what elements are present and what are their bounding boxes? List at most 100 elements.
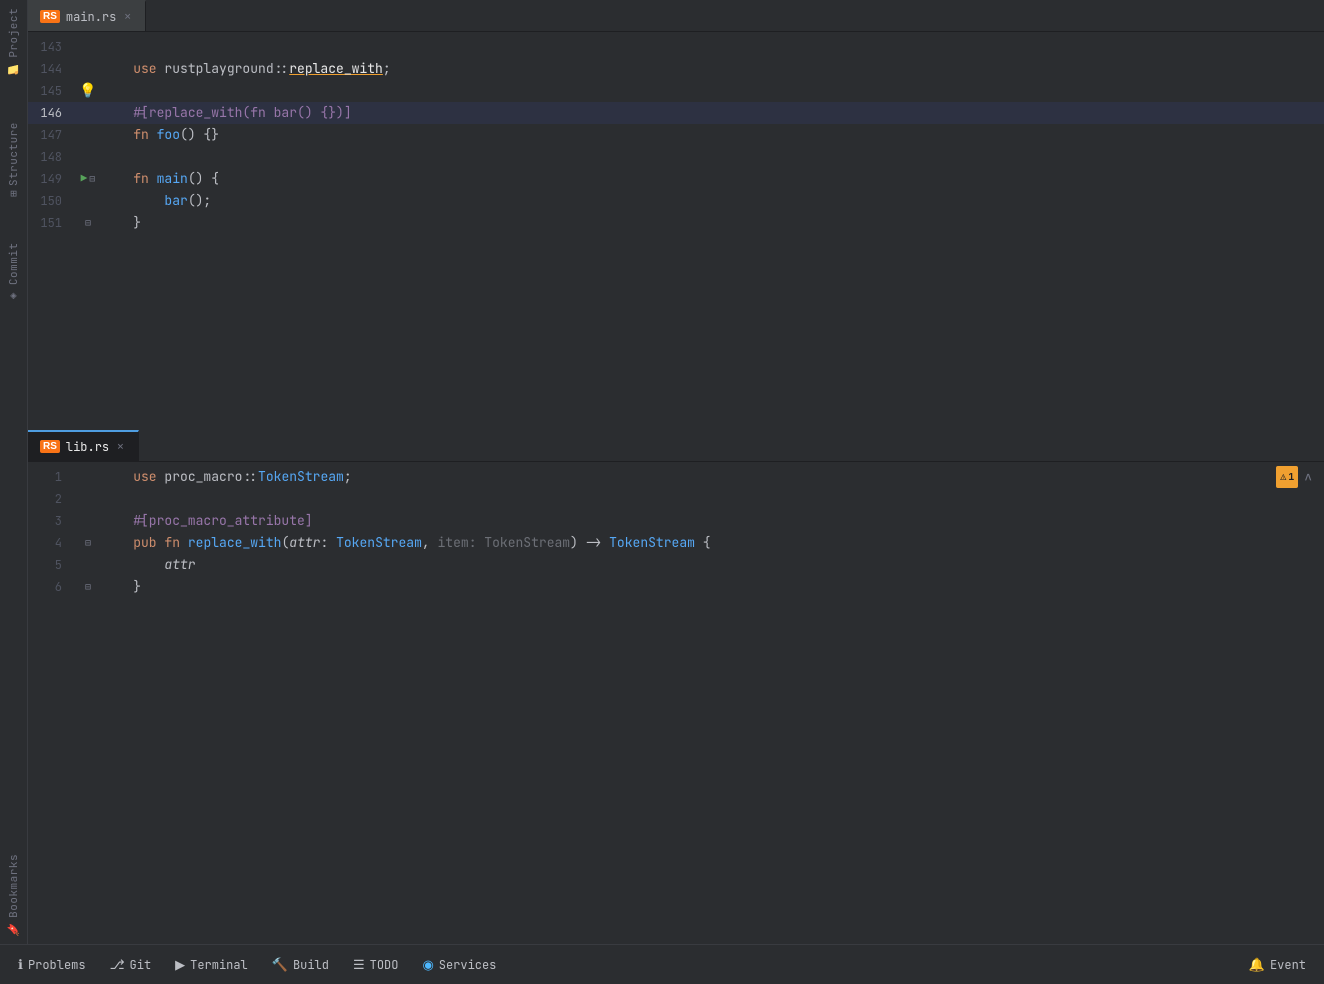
services-button[interactable]: ◉ Services — [412, 953, 506, 977]
build-label: Build — [293, 957, 329, 973]
main-rs-close-button[interactable]: ✕ — [122, 9, 133, 25]
table-row: 145 💡 — [28, 80, 1324, 102]
top-pane: RS main.rs ✕ 143 144 use rustplayground:… — [28, 0, 1324, 430]
run-button[interactable]: ▶ — [81, 168, 88, 190]
line-number: 5 — [28, 554, 78, 576]
editor-container: RS main.rs ✕ 143 144 use rustplayground:… — [28, 0, 1324, 944]
todo-button[interactable]: ☰ TODO — [343, 953, 408, 977]
chevron-up-icon[interactable]: ∧ — [1304, 466, 1312, 488]
table-row: 143 — [28, 36, 1324, 58]
fold-icon[interactable]: ⊟ — [85, 212, 91, 234]
line-number: 150 — [28, 190, 78, 212]
git-label: Git — [130, 957, 152, 973]
line-content: fn main() { — [98, 168, 1324, 190]
bookmark-icon: 🔖 — [7, 922, 21, 936]
commit-icon: ◈ — [7, 289, 21, 303]
line-number: 146 — [28, 102, 78, 124]
terminal-label: Terminal — [190, 957, 248, 973]
lightbulb-icon[interactable]: 💡 — [79, 80, 96, 102]
fold-icon[interactable]: ⊟ — [89, 168, 95, 190]
line-number: 4 — [28, 532, 78, 554]
line-number: 144 — [28, 58, 78, 80]
build-icon: 🔨 — [272, 956, 288, 973]
services-label: Services — [439, 957, 497, 973]
fold-icon[interactable]: ⊟ — [85, 532, 91, 554]
info-icon: ℹ — [18, 956, 23, 973]
line-gutter: ⊟ — [78, 576, 98, 598]
table-row: 146 #[replace_with(fn bar() {})] — [28, 102, 1324, 124]
terminal-button[interactable]: ▶ Terminal — [165, 953, 258, 977]
warning-section: ⚠ 1 ∧ — [1268, 466, 1324, 488]
side-panel: 📁 Project ⊞ Structure ◈ Commit 🔖 Bookmar… — [0, 0, 28, 944]
main-rs-code-area[interactable]: 143 144 use rustplayground::replace_with… — [28, 32, 1324, 430]
lib-rs-code-area[interactable]: 1 use proc_macro::TokenStream; ⚠ 1 ∧ 2 — [28, 462, 1324, 944]
line-number: 149 — [28, 168, 78, 190]
line-content: #[replace_with(fn bar() {})] — [98, 102, 1324, 124]
tab-lib-rs[interactable]: RS lib.rs ✕ — [28, 430, 139, 461]
warning-badge: ⚠ 1 — [1276, 466, 1298, 488]
services-icon: ◉ — [422, 957, 433, 973]
line-content: use proc_macro::TokenStream; ⚠ 1 ∧ — [98, 466, 1324, 488]
table-row: 5 attr — [28, 554, 1324, 576]
sidebar-item-project[interactable]: 📁 Project — [3, 0, 25, 84]
table-row: 6 ⊟ } — [28, 576, 1324, 598]
warning-count: 1 — [1288, 466, 1294, 488]
git-icon: ⎇ — [110, 957, 125, 973]
todo-label: TODO — [370, 957, 399, 973]
line-gutter: ⊟ — [78, 212, 98, 234]
line-content: pub fn replace_with(attr: TokenStream, i… — [98, 532, 1324, 554]
warning-icon: ⚠ — [1280, 466, 1286, 488]
line-gutter: ⊟ — [78, 532, 98, 554]
table-row: 148 — [28, 146, 1324, 168]
git-button[interactable]: ⎇ Git — [100, 953, 162, 977]
table-row: 4 ⊟ pub fn replace_with(attr: TokenStrea… — [28, 532, 1324, 554]
lib-rs-file-icon: RS — [40, 440, 60, 453]
line-content: attr — [98, 554, 1324, 576]
line-content: bar(); — [98, 190, 1324, 212]
lib-rs-close-button[interactable]: ✕ — [115, 439, 126, 455]
table-row: 147 fn foo() {} — [28, 124, 1324, 146]
line-content: fn foo() {} — [98, 124, 1324, 146]
line-number: 148 — [28, 146, 78, 168]
status-bar: ℹ Problems ⎇ Git ▶ Terminal 🔨 Build ☰ TO… — [0, 944, 1324, 984]
line-content: } — [98, 576, 1324, 598]
bottom-pane: RS lib.rs ✕ 1 use proc_macro::TokenStrea… — [28, 430, 1324, 944]
table-row: 2 — [28, 488, 1324, 510]
main-rs-file-icon: RS — [40, 10, 60, 23]
table-row: 150 bar(); — [28, 190, 1324, 212]
event-label: Event — [1270, 957, 1306, 973]
problems-button[interactable]: ℹ Problems — [8, 952, 96, 977]
table-row: 151 ⊟ } — [28, 212, 1324, 234]
line-number: 6 — [28, 576, 78, 598]
lib-rs-tab-label: lib.rs — [66, 439, 109, 455]
table-row: 3 #[proc_macro_attribute] — [28, 510, 1324, 532]
event-button[interactable]: 🔔 Event — [1239, 952, 1316, 977]
line-gutter: 💡 — [78, 80, 98, 102]
terminal-icon: ▶ — [175, 957, 185, 973]
sidebar-item-commit[interactable]: ◈ Commit — [3, 235, 25, 311]
fold-icon[interactable]: ⊟ — [85, 576, 91, 598]
line-number: 2 — [28, 488, 78, 510]
main-rs-tab-bar: RS main.rs ✕ — [28, 0, 1324, 32]
line-number: 145 — [28, 80, 78, 102]
line-number: 3 — [28, 510, 78, 532]
sidebar-item-bookmarks[interactable]: 🔖 Bookmarks — [3, 846, 25, 944]
event-icon: 🔔 — [1249, 956, 1265, 973]
lib-rs-tab-bar: RS lib.rs ✕ — [28, 430, 1324, 462]
line-content: } — [98, 212, 1324, 234]
tab-main-rs[interactable]: RS main.rs ✕ — [28, 0, 146, 31]
line-gutter: ▶ ⊟ — [78, 168, 98, 190]
folder-icon: 📁 — [7, 62, 21, 76]
line-number: 143 — [28, 36, 78, 58]
structure-icon: ⊞ — [7, 190, 21, 197]
table-row: 149 ▶ ⊟ fn main() { — [28, 168, 1324, 190]
line-number: 1 — [28, 466, 78, 488]
line-content: #[proc_macro_attribute] — [98, 510, 1324, 532]
table-row: 1 use proc_macro::TokenStream; ⚠ 1 ∧ — [28, 466, 1324, 488]
main-rs-tab-label: main.rs — [66, 9, 116, 25]
line-number: 151 — [28, 212, 78, 234]
build-button[interactable]: 🔨 Build — [262, 952, 339, 977]
todo-icon: ☰ — [353, 957, 365, 973]
sidebar-item-structure[interactable]: ⊞ Structure — [3, 114, 25, 205]
table-row: 144 use rustplayground::replace_with; — [28, 58, 1324, 80]
